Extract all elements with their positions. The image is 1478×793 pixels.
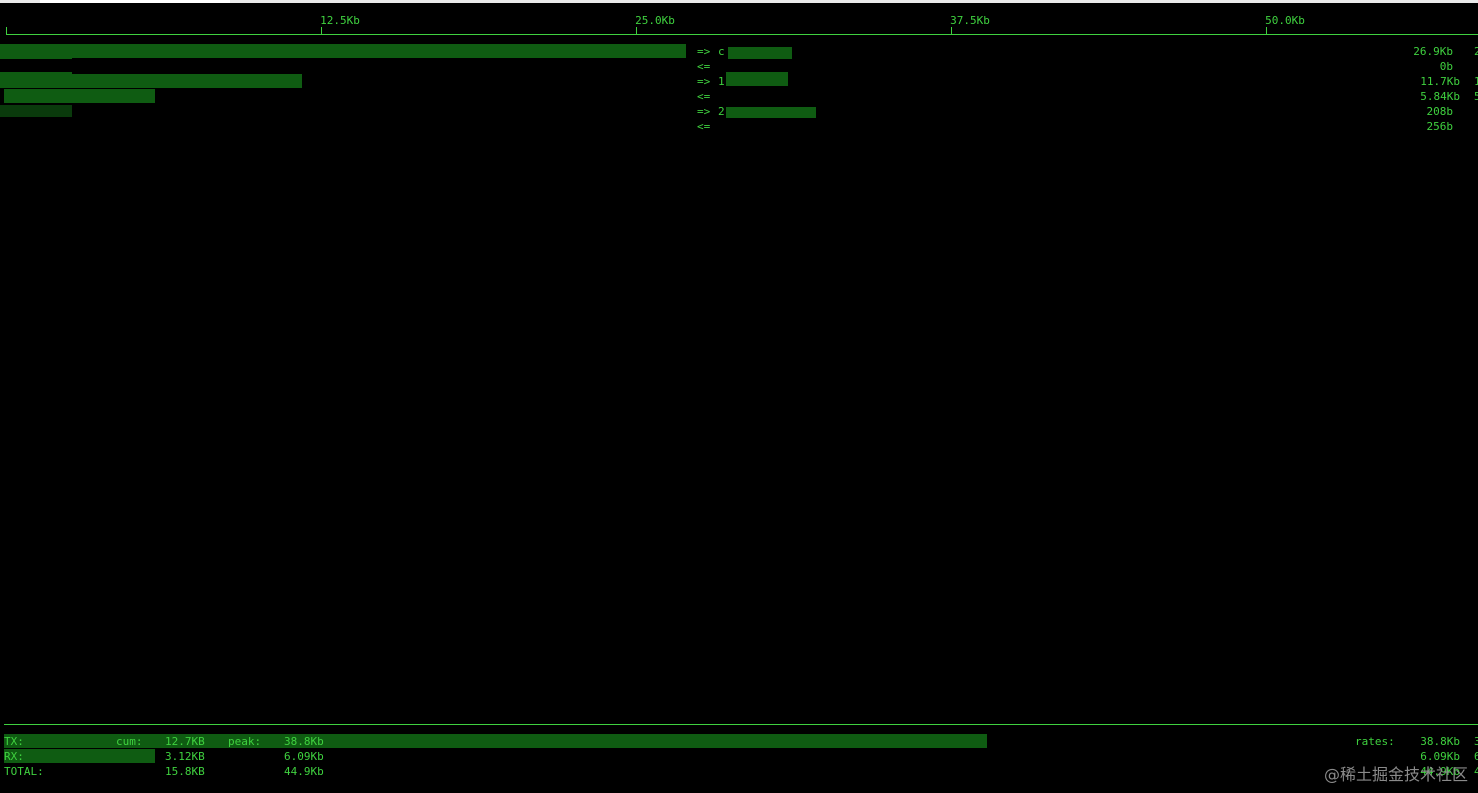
- scale-tick-1: [321, 27, 322, 35]
- total-cumulative: 15.8KB: [165, 765, 205, 778]
- scale-tick-4: [1266, 27, 1267, 35]
- scale-tick-origin: [6, 27, 7, 35]
- redacted-host-mask: [728, 47, 792, 59]
- scale-tick-label-2: 25.0Kb: [635, 14, 675, 27]
- connection-1-tx-rate-cut: 2: [1474, 45, 1478, 58]
- rx-cumulative: 3.12KB: [165, 750, 205, 763]
- scale-tick-3: [951, 27, 952, 35]
- scale-tick-label-3: 37.5Kb: [950, 14, 990, 27]
- connection-2-tx-rate: 11.7Kb: [1420, 75, 1460, 88]
- connection-2-tx-rate-cut: 1: [1474, 75, 1478, 88]
- connection-3-remote-host: 2: [718, 105, 725, 118]
- redacted-host-mask: [726, 72, 788, 86]
- connection-3-tx-rate: 208b: [1426, 105, 1454, 118]
- redacted-host-mask: [0, 105, 72, 117]
- connection-2-remote-host: 1: [718, 75, 725, 88]
- connection-3-tx-direction: =>: [697, 105, 711, 118]
- rx-peak: 6.09Kb: [284, 750, 324, 763]
- total-label: TOTAL:: [4, 765, 44, 778]
- connection-1-rx-rate: 0b: [1439, 60, 1453, 73]
- scale-tick-2: [636, 27, 637, 35]
- connection-2-rx-rate-cut: 5: [1474, 90, 1478, 103]
- watermark: @稀土掘金技术社区: [1323, 765, 1468, 784]
- rx-label: RX:: [4, 750, 24, 763]
- connection-1-tx-direction: =>: [697, 45, 711, 58]
- tx-rate-cut: 3: [1474, 735, 1478, 748]
- connection-3-rx-rate: 256b: [1426, 120, 1454, 133]
- connection-1-remote-host: c: [718, 45, 725, 58]
- cum-label: cum:: [116, 735, 143, 748]
- connection-3-rx-direction: <=: [697, 120, 711, 133]
- scale-tick-label-1: 12.5Kb: [320, 14, 360, 27]
- totals-separator: [4, 724, 1478, 725]
- scale-axis-line: [6, 34, 1478, 35]
- connection-1-rx-direction: <=: [697, 60, 711, 73]
- redacted-host-mask: [0, 44, 72, 59]
- connection-2-rx-direction: <=: [697, 90, 711, 103]
- tx-total-bar: [4, 734, 987, 748]
- scale-tick-label-4: 50.0Kb: [1265, 14, 1305, 27]
- rx-total-bar: [4, 749, 155, 763]
- rx-rate-cut: 6: [1474, 750, 1478, 763]
- redacted-host-mask: [726, 107, 816, 118]
- total-rate-cut: 4: [1474, 765, 1478, 778]
- tx-cumulative: 12.7KB: [165, 735, 205, 748]
- total-peak: 44.9Kb: [284, 765, 324, 778]
- connection-2-tx-direction: =>: [697, 75, 711, 88]
- rates-label: rates:: [1355, 735, 1395, 748]
- window-top-edge: [0, 0, 1478, 3]
- peak-label: peak:: [228, 735, 262, 748]
- connection-2-rx-rate: 5.84Kb: [1420, 90, 1460, 103]
- connection-2-rx-bar: [4, 89, 155, 103]
- redacted-host-mask: [0, 72, 72, 86]
- connection-1-tx-rate: 26.9Kb: [1413, 45, 1453, 58]
- tx-rate: 38.8Kb: [1420, 735, 1460, 748]
- tx-peak: 38.8Kb: [284, 735, 324, 748]
- connection-1-tx-bar: [6, 44, 686, 58]
- tab-highlight: [40, 0, 230, 3]
- tx-label: TX:: [4, 735, 24, 748]
- bandwidth-scale: 12.5Kb 25.0Kb 37.5Kb 50.0Kb: [0, 10, 1478, 38]
